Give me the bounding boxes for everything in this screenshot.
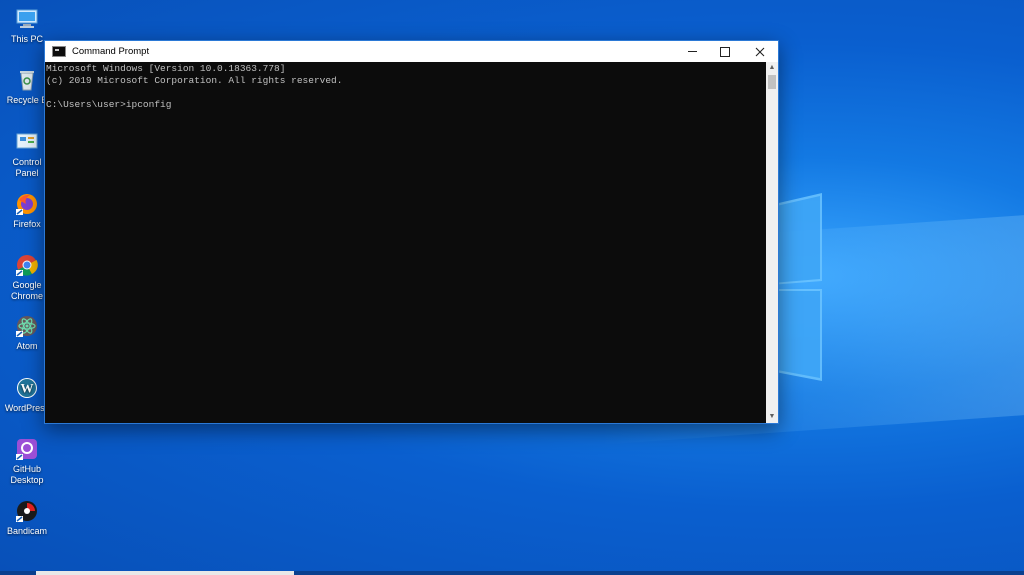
chrome-icon — [14, 252, 40, 278]
maximize-button[interactable] — [710, 41, 740, 62]
close-button[interactable] — [745, 41, 775, 62]
console-line: Microsoft Windows [Version 10.0.18363.77… — [46, 63, 286, 74]
wordpress-icon: W — [14, 375, 40, 401]
svg-text:W: W — [21, 381, 34, 396]
desktop-icon-label: Bandicam — [6, 526, 48, 536]
window-title: Command Prompt — [72, 46, 150, 57]
window-titlebar[interactable]: Command Prompt — [45, 41, 778, 62]
desktop-icon-github-desktop[interactable]: GitHub Desktop — [2, 436, 52, 486]
taskbar[interactable] — [0, 571, 1024, 575]
desktop-icon-bandicam[interactable]: Bandicam — [2, 498, 52, 537]
scrollbar-thumb[interactable] — [768, 75, 776, 89]
recycle-bin-icon — [14, 67, 40, 93]
console-line: C:\Users\user>ipconfig — [46, 99, 172, 110]
console-output[interactable]: Microsoft Windows [Version 10.0.18363.77… — [45, 62, 766, 423]
desktop-icon-label: GitHub Desktop — [10, 464, 44, 485]
close-icon — [755, 47, 765, 56]
scroll-down-arrow-icon[interactable]: ▼ — [766, 411, 778, 423]
maximize-icon — [720, 46, 730, 57]
control-panel-icon — [14, 129, 40, 155]
minimize-icon — [687, 51, 697, 52]
bandicam-icon — [14, 498, 40, 524]
windows-logo-wallpaper — [770, 193, 822, 381]
github-desktop-icon — [14, 436, 40, 462]
command-prompt-window[interactable]: Command Prompt Microsoft Windows [Versio… — [44, 40, 779, 424]
atom-icon — [14, 313, 40, 339]
minimize-button[interactable] — [677, 41, 707, 62]
scroll-up-arrow-icon[interactable]: ▲ — [766, 62, 778, 74]
computer-icon — [14, 6, 40, 32]
taskbar-search-box[interactable] — [36, 571, 294, 575]
vertical-scrollbar[interactable]: ▲ ▼ — [766, 62, 778, 423]
cmd-app-icon[interactable] — [52, 46, 66, 57]
console-line: (c) 2019 Microsoft Corporation. All righ… — [46, 75, 343, 86]
firefox-icon — [14, 191, 40, 217]
